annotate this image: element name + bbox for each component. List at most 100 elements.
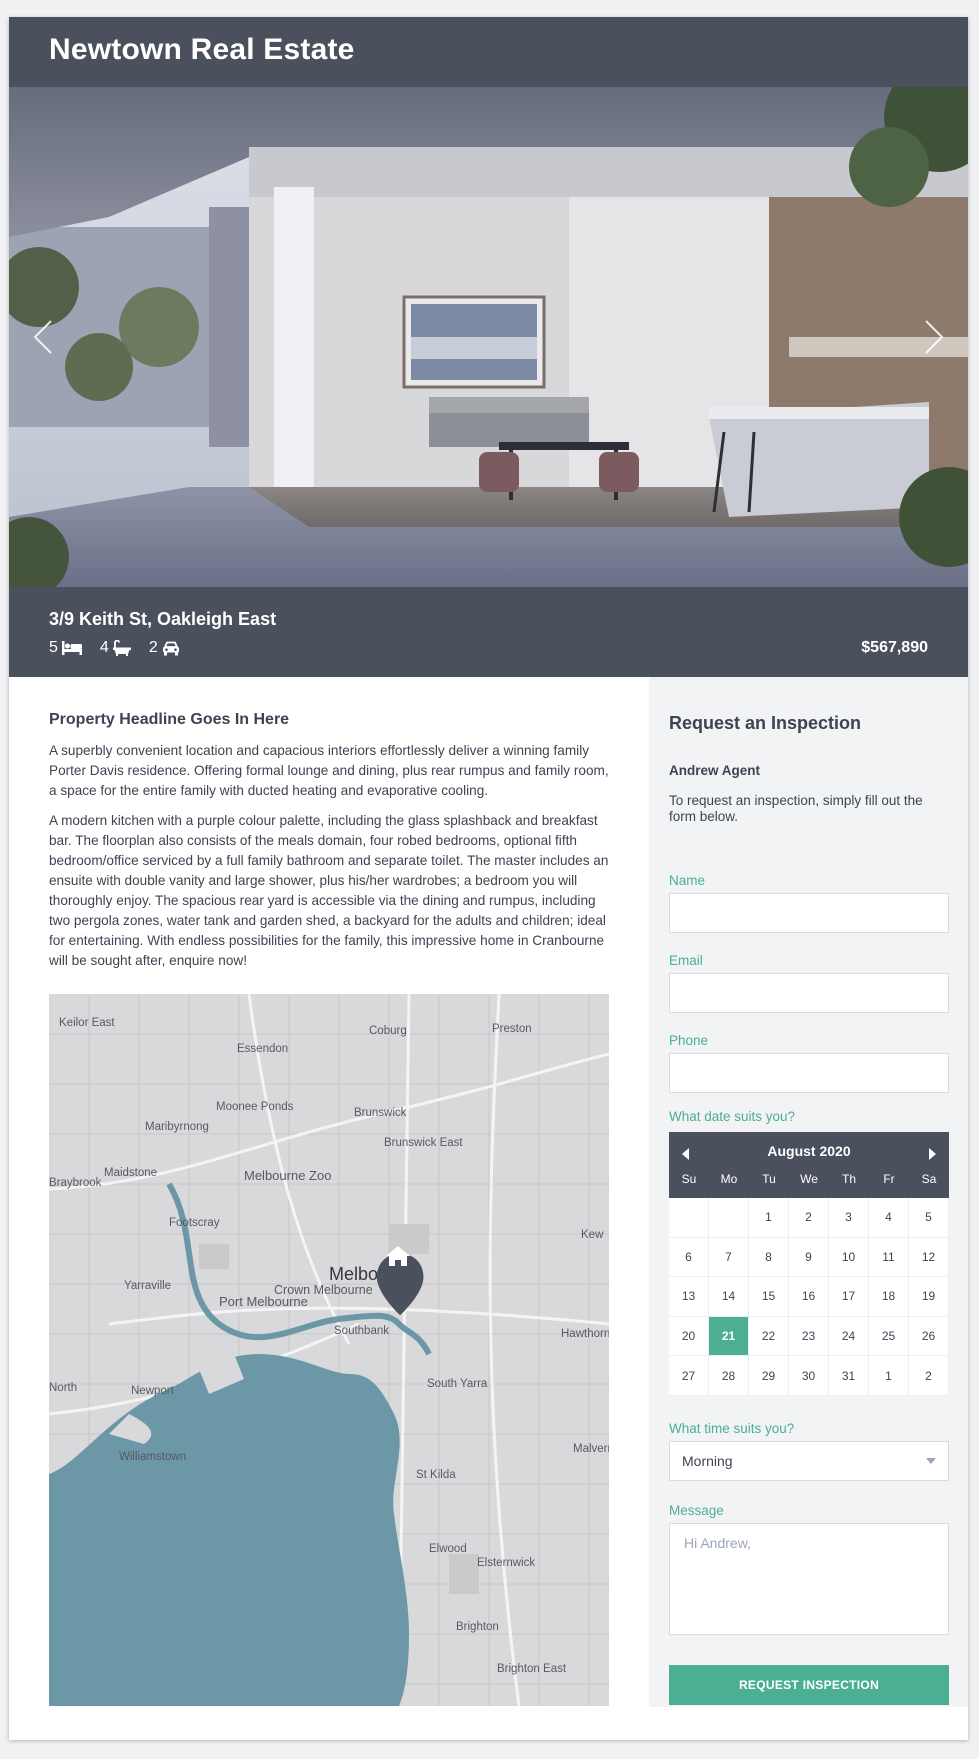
map-label: St Kilda <box>416 1469 456 1481</box>
hero-carousel[interactable] <box>9 87 968 587</box>
calendar-day[interactable]: 7 <box>709 1237 749 1278</box>
inspection-panel: Request an Inspection Andrew Agent To re… <box>649 677 968 1707</box>
calendar-day[interactable]: 24 <box>829 1316 869 1357</box>
map-label: Crown Melbourne <box>274 1283 373 1297</box>
map-label: Keilor East <box>59 1017 115 1029</box>
calendar-day[interactable]: 29 <box>749 1356 789 1396</box>
map-label: Essendon <box>237 1043 288 1055</box>
map-label: Williamstown <box>119 1451 186 1463</box>
map-label: Yarraville <box>124 1280 171 1292</box>
chevron-down-icon <box>926 1458 936 1464</box>
calendar-day[interactable]: 14 <box>709 1277 749 1317</box>
email-label: Email <box>669 953 703 968</box>
map-label: Braybrook <box>49 1177 102 1189</box>
weekday-label: Mo <box>720 1172 738 1186</box>
calendar-day[interactable]: 21 <box>709 1316 749 1357</box>
phone-input[interactable] <box>669 1053 949 1093</box>
weekday-row: Su Mo Tu We Th Fr Sa <box>669 1172 949 1186</box>
parking-count: 2 <box>148 639 158 656</box>
calendar-day[interactable]: 19 <box>909 1277 949 1317</box>
bedrooms-count: 5 <box>49 639 58 656</box>
email-input[interactable] <box>669 973 949 1013</box>
weekday-label: We <box>800 1172 818 1186</box>
calendar-day[interactable]: 8 <box>749 1237 789 1278</box>
calendar-empty-cell <box>669 1198 709 1238</box>
calendar-day[interactable]: 9 <box>789 1237 829 1278</box>
calendar-day[interactable]: 1 <box>869 1356 909 1396</box>
name-label: Name <box>669 873 706 888</box>
weekday-label: Fr <box>883 1172 895 1186</box>
calendar-day[interactable]: 31 <box>829 1356 869 1396</box>
calendar-day[interactable]: 11 <box>869 1237 909 1278</box>
calendar-day[interactable]: 15 <box>749 1277 789 1317</box>
property-price: $567,890 <box>861 639 928 656</box>
calendar-day[interactable]: 18 <box>869 1277 909 1317</box>
name-input[interactable] <box>669 893 949 933</box>
calendar-day[interactable]: 17 <box>829 1277 869 1317</box>
chevron-right-icon[interactable] <box>912 315 956 359</box>
description-paragraph: A superbly convenient location and capac… <box>49 743 609 798</box>
calendar-day[interactable]: 22 <box>749 1316 789 1357</box>
map-label: Brighton East <box>497 1663 567 1675</box>
next-month-icon[interactable] <box>929 1148 936 1160</box>
calendar-grid: 1 2 3 4 5 6 7 8 9 10 11 12 13 14 15 16 17 18 19 20 21 22 23 24 2… <box>669 1198 949 1396</box>
calendar-day[interactable]: 20 <box>669 1316 709 1357</box>
weekday-label: Th <box>841 1172 856 1186</box>
calendar-day[interactable]: 30 <box>789 1356 829 1396</box>
calendar-header: August 2020 Su Mo Tu We Th Fr Sa <box>669 1132 949 1198</box>
car-icon <box>162 641 179 655</box>
map-label: Brunswick <box>354 1107 407 1119</box>
calendar-day[interactable]: 2 <box>789 1198 829 1238</box>
calendar-day[interactable]: 5 <box>909 1198 949 1238</box>
calendar-day[interactable]: 1 <box>749 1198 789 1238</box>
map-label: Melbourne Zoo <box>244 1168 331 1183</box>
map-label: Footscray <box>169 1217 220 1229</box>
bathrooms-count: 4 <box>99 639 109 656</box>
property-features: 5 4 2 <box>49 639 198 657</box>
agent-name: Andrew Agent <box>669 763 760 778</box>
time-select-value: Morning <box>682 1453 733 1469</box>
hero-photo <box>9 87 968 587</box>
map-label: Preston <box>492 1023 532 1035</box>
weekday-label: Tu <box>762 1172 776 1186</box>
calendar-day[interactable]: 23 <box>789 1316 829 1357</box>
calendar-day[interactable]: 4 <box>869 1198 909 1238</box>
map-label: Elsternwick <box>477 1557 535 1569</box>
phone-label: Phone <box>669 1033 709 1048</box>
map-label: South Yarra <box>427 1378 488 1390</box>
map-label: Maidstone <box>104 1167 157 1179</box>
form-intro: To request an inspection, simply fill ou… <box>669 793 923 824</box>
calendar-day[interactable]: 2 <box>909 1356 949 1396</box>
map-label: Coburg <box>369 1025 407 1037</box>
bedrooms-feature: 5 <box>49 639 82 657</box>
bathrooms-feature: 4 <box>100 639 131 657</box>
bath-icon <box>112 640 131 656</box>
description-paragraph: A modern kitchen with a purple colour pa… <box>49 813 609 968</box>
calendar-day[interactable]: 6 <box>669 1237 709 1278</box>
date-label: What date suits you? <box>669 1109 796 1124</box>
location-map[interactable]: Keilor East Coburg Preston Essendon Moon… <box>49 994 609 1706</box>
calendar-day[interactable]: 13 <box>669 1277 709 1317</box>
chevron-left-icon[interactable] <box>21 315 65 359</box>
calendar-day[interactable]: 3 <box>829 1198 869 1238</box>
request-inspection-button[interactable]: REQUEST INSPECTION <box>669 1665 949 1705</box>
calendar-day[interactable]: 16 <box>789 1277 829 1317</box>
weekday-label: Su <box>681 1172 697 1186</box>
map-label: Maribyrnong <box>145 1121 209 1133</box>
bed-icon <box>61 641 82 655</box>
map-label: Brunswick East <box>384 1137 463 1149</box>
calendar-day[interactable]: 10 <box>829 1237 869 1278</box>
calendar-day[interactable]: 26 <box>909 1316 949 1357</box>
time-select[interactable]: Morning <box>669 1441 949 1481</box>
calendar-day[interactable]: 25 <box>869 1316 909 1357</box>
calendar-day[interactable]: 28 <box>709 1356 749 1396</box>
calendar-day[interactable]: 27 <box>669 1356 709 1396</box>
calendar-day[interactable]: 12 <box>909 1237 949 1278</box>
message-textarea[interactable] <box>669 1523 949 1635</box>
property-address: 3/9 Keith St, Oakleigh East <box>49 609 277 629</box>
map-label: Kew <box>581 1229 604 1241</box>
parking-feature: 2 <box>149 639 180 657</box>
message-label: Message <box>669 1503 724 1518</box>
brand-title[interactable]: Newtown Real Estate <box>49 33 355 67</box>
time-label: What time suits you? <box>669 1421 795 1436</box>
